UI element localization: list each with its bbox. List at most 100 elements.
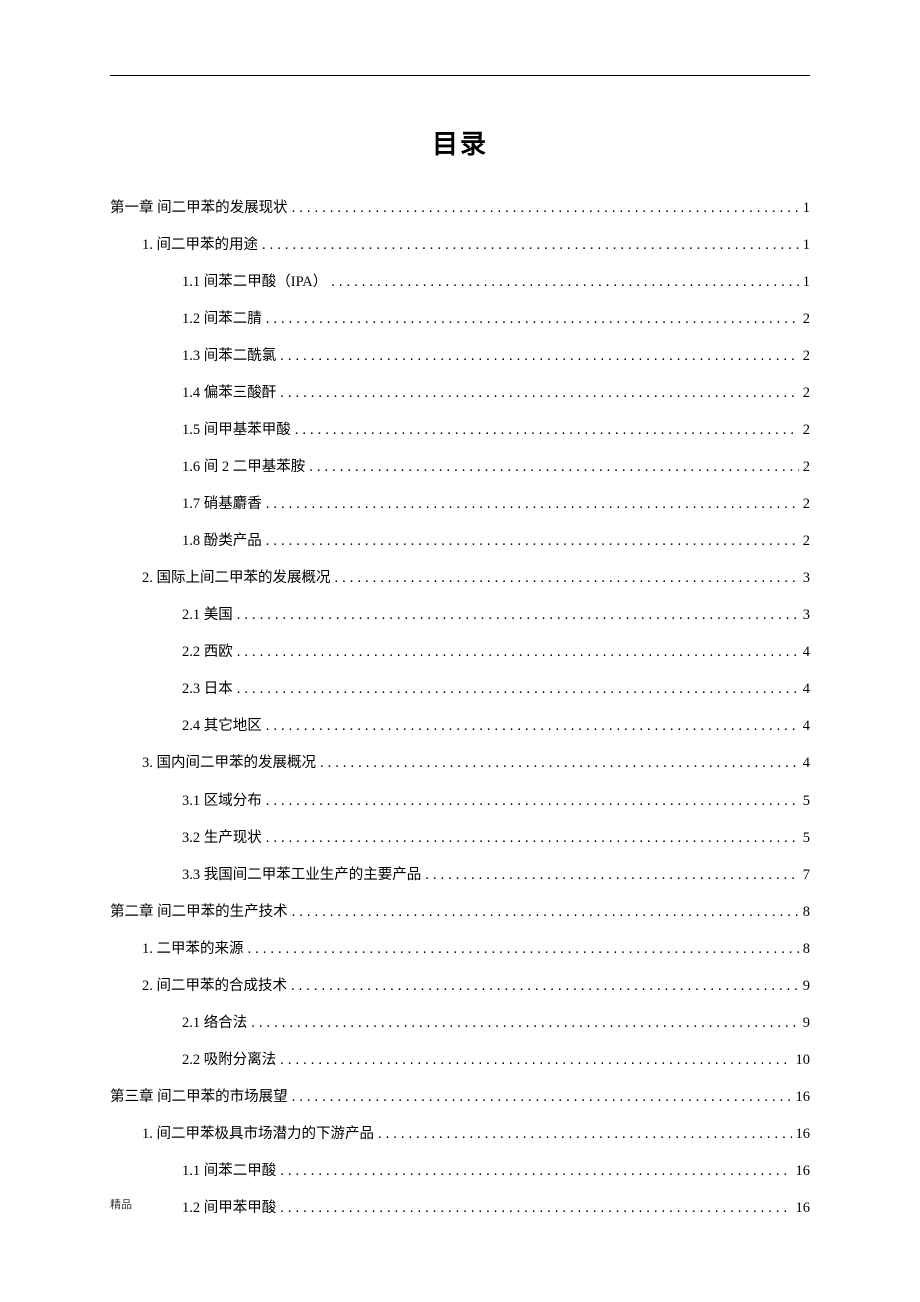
toc-entry: 1.4 偏苯三酸酐 2 <box>110 384 810 403</box>
toc-entry: 2.2 西欧 4 <box>110 643 810 662</box>
toc-entry-label: 1.3 间苯二酰氯 <box>182 347 276 366</box>
toc-entry-page: 1 <box>803 236 810 255</box>
toc-entry: 第一章 间二甲苯的发展现状1 <box>110 199 810 218</box>
toc-leader-dots <box>292 1088 792 1107</box>
toc-leader-dots <box>335 569 799 588</box>
toc-leader-dots <box>266 310 799 329</box>
toc-entry-page: 16 <box>796 1199 811 1218</box>
toc-leader-dots <box>262 236 799 255</box>
toc-entry: 1.2 间甲苯甲酸 16 <box>110 1199 810 1218</box>
toc-entry-page: 3 <box>803 606 810 625</box>
toc-entry: 2.3 日本4 <box>110 680 810 699</box>
toc-entry: 3.3 我国间二甲苯工业生产的主要产品7 <box>110 866 810 885</box>
toc-leader-dots <box>309 458 799 477</box>
horizontal-rule <box>110 75 810 76</box>
toc-entry: 1.7 硝基麝香2 <box>110 495 810 514</box>
toc-entry-label: 1. 间二甲苯的用途 <box>142 236 258 255</box>
toc-entry: 3.2 生产现状 5 <box>110 829 810 848</box>
toc-leader-dots <box>425 866 799 885</box>
toc-entry: 3.1 区域分布 5 <box>110 792 810 811</box>
toc-leader-dots <box>280 1199 791 1218</box>
toc-entry: 1.3 间苯二酰氯2 <box>110 347 810 366</box>
toc-leader-dots <box>331 273 798 292</box>
toc-entry-label: 1.5 间甲基苯甲酸 <box>182 421 291 440</box>
toc-entry-page: 2 <box>803 421 810 440</box>
toc-entry-page: 10 <box>796 1051 811 1070</box>
toc-entry: 1. 二甲苯的来源8 <box>110 940 810 959</box>
toc-entry-page: 8 <box>803 903 810 922</box>
toc-entry-label: 2.1 络合法 <box>182 1014 247 1033</box>
toc-entry: 3. 国内间二甲苯的发展概况 4 <box>110 754 810 773</box>
toc-entry-label: 第二章 间二甲苯的生产技术 <box>110 903 288 922</box>
toc-entry-label: 1.2 间甲苯甲酸 <box>182 1199 276 1218</box>
toc-leader-dots <box>266 792 799 811</box>
toc-entry-label: 3. 国内间二甲苯的发展概况 <box>142 754 316 773</box>
toc-leader-dots <box>266 717 799 736</box>
toc-leader-dots <box>237 680 799 699</box>
toc-entry-page: 4 <box>803 754 810 773</box>
toc-entry-page: 16 <box>796 1162 811 1181</box>
toc-leader-dots <box>266 532 799 551</box>
toc-entry-label: 2. 间二甲苯的合成技术 <box>142 977 287 996</box>
toc-entry-label: 3.2 生产现状 <box>182 829 262 848</box>
toc-entry: 2.2 吸附分离法 10 <box>110 1051 810 1070</box>
toc-entry: 1. 间二甲苯极具市场潜力的下游产品 16 <box>110 1125 810 1144</box>
toc-entry-label: 2.2 西欧 <box>182 643 233 662</box>
toc-entry-label: 第三章 间二甲苯的市场展望 <box>110 1088 288 1107</box>
toc-entry-page: 16 <box>796 1125 811 1144</box>
toc-leader-dots <box>378 1125 792 1144</box>
toc-entry-label: 3.3 我国间二甲苯工业生产的主要产品 <box>182 866 421 885</box>
toc-leader-dots <box>266 829 799 848</box>
toc-leader-dots <box>280 347 799 366</box>
toc-entry-label: 1.8 酚类产品 <box>182 532 262 551</box>
toc-entry: 2.4 其它地区4 <box>110 717 810 736</box>
document-page: 目录 第一章 间二甲苯的发展现状11. 间二甲苯的用途11.1 间苯二甲酸（IP… <box>0 0 920 1276</box>
toc-entry-page: 4 <box>803 717 810 736</box>
toc-leader-dots <box>280 384 799 403</box>
toc-entry-label: 1. 二甲苯的来源 <box>142 940 244 959</box>
toc-entry-page: 2 <box>803 310 810 329</box>
toc-entry-page: 5 <box>803 792 810 811</box>
toc-entry: 第三章 间二甲苯的市场展望 16 <box>110 1088 810 1107</box>
toc-entry-label: 2. 国际上间二甲苯的发展概况 <box>142 569 331 588</box>
footer-watermark: 精品 <box>110 1196 132 1212</box>
toc-entry-page: 1 <box>803 199 810 218</box>
toc-entry-label: 1.2 间苯二腈 <box>182 310 262 329</box>
toc-leader-dots <box>237 606 799 625</box>
toc-entry: 1.6 间 2 二甲基苯胺2 <box>110 458 810 477</box>
toc-entry-page: 9 <box>803 977 810 996</box>
toc-entry: 2. 国际上间二甲苯的发展概况 3 <box>110 569 810 588</box>
toc-leader-dots <box>237 643 799 662</box>
toc-entry: 2.1 美国 3 <box>110 606 810 625</box>
toc-leader-dots <box>292 199 799 218</box>
toc-entry-page: 2 <box>803 384 810 403</box>
toc-leader-dots <box>291 977 799 996</box>
toc-entry: 1.1 间苯二甲酸（IPA）1 <box>110 273 810 292</box>
toc-entry-label: 1. 间二甲苯极具市场潜力的下游产品 <box>142 1125 374 1144</box>
toc-entry-label: 3.1 区域分布 <box>182 792 262 811</box>
toc-entry-page: 2 <box>803 532 810 551</box>
toc-entry: 1.1 间苯二甲酸 16 <box>110 1162 810 1181</box>
toc-entry-label: 2.2 吸附分离法 <box>182 1051 276 1070</box>
table-of-contents: 第一章 间二甲苯的发展现状11. 间二甲苯的用途11.1 间苯二甲酸（IPA）1… <box>110 199 810 1218</box>
toc-entry-page: 4 <box>803 643 810 662</box>
toc-entry-label: 1.4 偏苯三酸酐 <box>182 384 276 403</box>
toc-entry-label: 2.1 美国 <box>182 606 233 625</box>
toc-entry-page: 16 <box>796 1088 811 1107</box>
toc-entry-page: 5 <box>803 829 810 848</box>
toc-entry-page: 2 <box>803 495 810 514</box>
toc-entry-label: 1.1 间苯二甲酸（IPA） <box>182 273 327 292</box>
toc-entry: 1. 间二甲苯的用途 1 <box>110 236 810 255</box>
toc-leader-dots <box>280 1051 791 1070</box>
toc-entry-page: 3 <box>803 569 810 588</box>
toc-entry-label: 1.1 间苯二甲酸 <box>182 1162 276 1181</box>
toc-leader-dots <box>266 495 799 514</box>
toc-leader-dots <box>295 421 799 440</box>
toc-entry: 1.2 间苯二腈 2 <box>110 310 810 329</box>
toc-entry: 2.1 络合法 9 <box>110 1014 810 1033</box>
toc-leader-dots <box>248 940 799 959</box>
toc-entry: 2. 间二甲苯的合成技术 9 <box>110 977 810 996</box>
toc-leader-dots <box>251 1014 799 1033</box>
toc-entry-page: 9 <box>803 1014 810 1033</box>
toc-leader-dots <box>320 754 799 773</box>
